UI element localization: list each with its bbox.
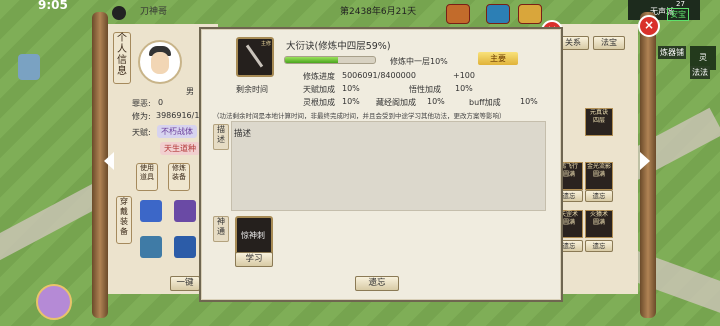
description-text: 描述: [234, 129, 252, 139]
forget-button[interactable]: 遗忘: [355, 276, 399, 291]
prev-arrow-icon[interactable]: [104, 152, 114, 170]
root-bonus-value: 10%: [342, 97, 360, 106]
safe-badge: 安宝: [667, 8, 689, 21]
tab-treasure[interactable]: 法宝: [593, 36, 625, 50]
description-box: 描述: [231, 121, 546, 211]
skill-slot-5-level: 圆满: [592, 219, 605, 226]
equip-slot-weapon[interactable]: [174, 200, 196, 222]
talent-tag-immortal[interactable]: 不朽战体: [157, 125, 197, 138]
crime-label: 罪恶:: [132, 99, 151, 108]
library-bonus-label: 藏经阁加成: [376, 98, 416, 107]
cultivation-value: 3986916/1: [156, 111, 200, 120]
treasure-chest-icon[interactable]: [446, 4, 470, 24]
skill-slot-3-level: 圆满: [592, 171, 605, 178]
player-name: 刀神哥: [140, 7, 168, 17]
skill-list-panel: [556, 24, 638, 294]
ability-name: 惊神刺: [241, 231, 265, 240]
skill-slot-5-name: 火猿术: [589, 211, 608, 218]
equip-slot-accessory[interactable]: [174, 236, 196, 258]
equipment-tab[interactable]: 穿戴装备: [116, 196, 132, 244]
library-bonus-value: 10%: [427, 97, 445, 106]
side-menu-icon[interactable]: [18, 54, 40, 80]
skill-slot-5-forget[interactable]: 遗忘: [585, 240, 613, 252]
personal-info-tab[interactable]: 个人信息: [113, 32, 131, 84]
insight-bonus-label: 悟性加成: [409, 85, 441, 94]
crime-value: 0: [158, 98, 164, 107]
player-avatar-icon[interactable]: [112, 6, 126, 20]
buff-bonus-label: buff加成: [469, 98, 501, 107]
equip-slot-armor[interactable]: [140, 236, 162, 258]
learn-button[interactable]: 学习: [235, 252, 273, 267]
progress-value: 5006091/8400000: [342, 71, 416, 80]
skill-slot-3-forget[interactable]: 遗忘: [585, 190, 613, 202]
game-date: 第2438年6月21天: [340, 7, 417, 17]
avatar[interactable]: [138, 40, 182, 84]
buff-bonus-value: 10%: [520, 97, 538, 106]
next-arrow-icon[interactable]: [640, 152, 650, 170]
skill-slot-1[interactable]: 元真诀 四层: [585, 108, 613, 136]
time-note: （功法剩余时间是本地计算时间，非最终完成时间，并且会受到中途学习其他功法，更改方…: [213, 112, 506, 120]
ability-slot[interactable]: 惊神刺: [235, 216, 273, 256]
progress-label: 修炼进度: [303, 72, 335, 81]
gender-label: 男: [186, 87, 194, 96]
character-portrait-icon[interactable]: [36, 284, 72, 320]
onekey-button[interactable]: 一键: [170, 276, 200, 291]
skill-slot-3-name: 金光流影: [586, 163, 611, 170]
skill-sword-icon[interactable]: 主修: [236, 37, 274, 77]
map-label-law: 法法: [690, 66, 710, 79]
skill-slot-5[interactable]: 火猿术 圆满: [585, 210, 613, 238]
ability-tab[interactable]: 神通: [213, 216, 229, 242]
skill-slot-3[interactable]: 金光流影 圆满: [585, 162, 613, 190]
equip-slot-gem[interactable]: [140, 200, 162, 222]
event-icon[interactable]: [486, 4, 510, 24]
progress-extra: +100: [453, 71, 475, 80]
clock: 9:05: [38, 0, 68, 12]
cultivation-equip-tab[interactable]: 修炼装备: [168, 163, 190, 191]
talent-bonus-value: 10%: [342, 84, 360, 93]
skill-icon-label: 主修: [260, 41, 271, 47]
skill-title: 大衍诀(修炼中四层59%): [286, 41, 391, 52]
server-count: 27: [676, 0, 685, 8]
map-label-forge: 炼器铺: [658, 46, 686, 59]
skill-progress-fill: [285, 57, 339, 63]
skill-slot-4-level: 圆满: [562, 219, 575, 226]
description-tab[interactable]: 描述: [213, 124, 229, 150]
insight-bonus-value: 10%: [455, 84, 473, 93]
use-items-tab[interactable]: 使用道具: [136, 163, 158, 191]
root-bonus-label: 灵根加成: [303, 98, 335, 107]
skill-progress-bar: [284, 56, 376, 64]
talent-bonus-label: 天赋加成: [303, 85, 335, 94]
talent-tag-daoseed[interactable]: 天生道种: [160, 142, 200, 155]
talent-label: 天赋:: [132, 128, 151, 137]
skill-slot-2-level: 圆满: [562, 171, 575, 178]
remaining-time-label: 剩余时间: [236, 85, 268, 94]
minimap[interactable]: 无声城 27: [628, 0, 700, 20]
close-panel-icon[interactable]: ×: [638, 15, 660, 37]
gift-icon[interactable]: [518, 4, 542, 24]
cultivation-label: 修为:: [132, 112, 151, 121]
skill-slot-1-level: 四层: [592, 117, 605, 124]
skill-stage: 修炼中一层10%: [390, 57, 448, 66]
skill-slot-1-name: 元真诀: [589, 109, 608, 116]
main-badge[interactable]: 主要: [478, 52, 518, 65]
